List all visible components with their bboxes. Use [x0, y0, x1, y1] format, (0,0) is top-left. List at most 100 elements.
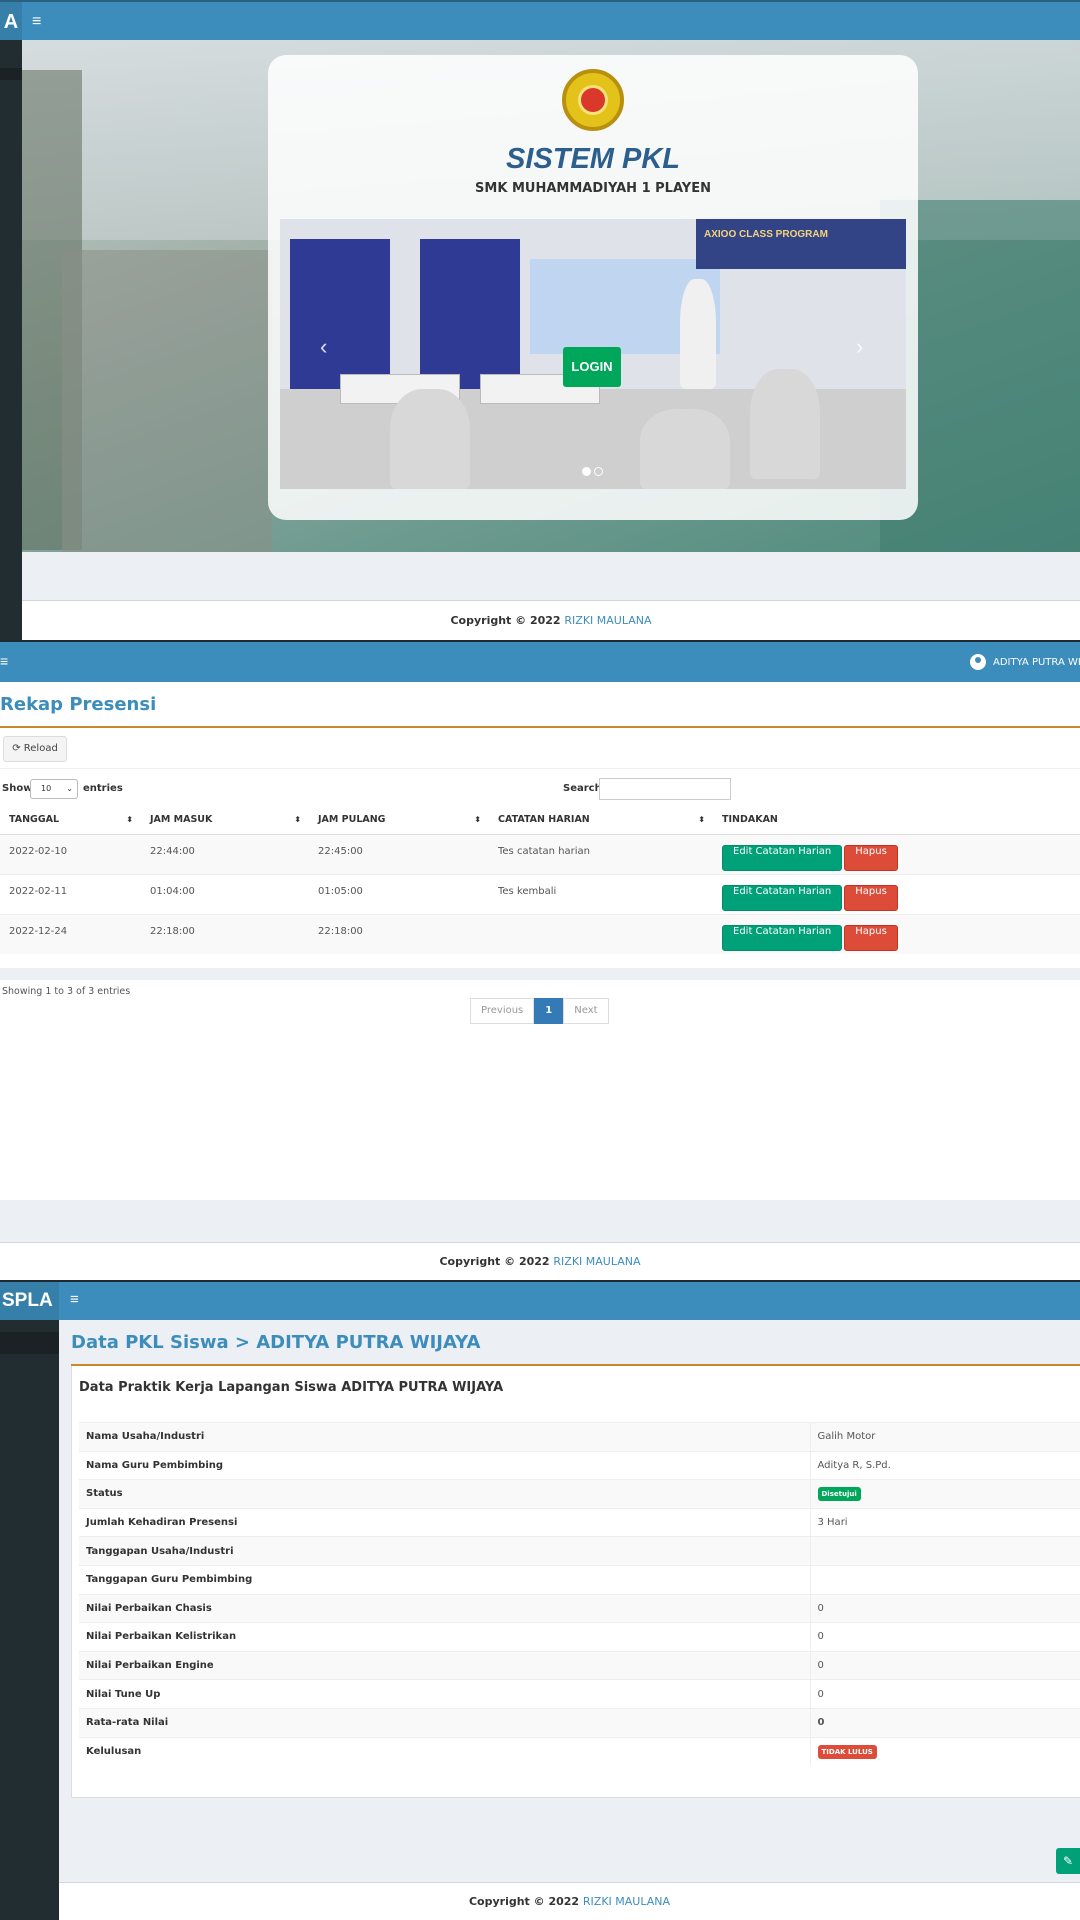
detail-row: Jumlah Kehadiran Presensi 3 Hari	[79, 1507, 1080, 1537]
sort-icon: ⬍	[474, 815, 481, 824]
footer: Copyright © 2022 RIZKI MAULANA	[0, 1242, 1080, 1280]
detail-key: Nilai Perbaikan Chasis	[79, 1593, 811, 1623]
page-length-value: 10	[41, 784, 52, 793]
cell-tanggal: 2022-12-24	[0, 913, 141, 954]
detail-row: Status Disetujui	[79, 1479, 1080, 1509]
cell-jam-pulang: 22:45:00	[309, 833, 489, 874]
top-navbar: A ≡	[0, 0, 1080, 42]
detail-value	[810, 1564, 1080, 1595]
delete-button[interactable]: Hapus	[844, 924, 898, 951]
footer-author-link[interactable]: RIZKI MAULANA	[564, 614, 651, 627]
reload-button[interactable]: ⟳ Reload	[3, 736, 67, 762]
detail-row: Nama Usaha/Industri Galih Motor	[79, 1422, 1080, 1452]
carousel-indicators[interactable]	[582, 467, 604, 477]
attendance-screen: ≡ ADITYA PUTRA WIJ Rekap Presensi ⟳ Relo…	[0, 640, 1080, 1280]
user-menu[interactable]: ADITYA PUTRA WIJ	[970, 654, 1080, 670]
login-screen: A ≡ SISTEM PKL SMK MUHAMMADIYAH 1 PLAYEN…	[0, 0, 1080, 640]
cell-jam-pulang: 01:05:00	[309, 873, 489, 914]
classroom-banner	[696, 219, 906, 269]
top-navbar: ≡ ADITYA PUTRA WIJ	[0, 642, 1080, 682]
detail-row: Nilai Perbaikan Chasis 0	[79, 1593, 1080, 1623]
column-header-jam-masuk[interactable]: JAM MASUK ⬍	[141, 806, 309, 835]
table-header-row: TANGGAL ⬍ JAM MASUK ⬍ JAM PULANG ⬍ CATATAN …	[0, 806, 1080, 835]
box-title: Data Praktik Kerja Lapangan Siswa ADITYA…	[79, 1380, 504, 1395]
footer-author-link[interactable]: RIZKI MAULANA	[583, 1895, 670, 1908]
teacher-figure	[680, 279, 716, 389]
detail-value: Aditya R, S.Pd.	[810, 1450, 1080, 1480]
carousel-dot[interactable]	[594, 467, 603, 476]
detail-row: Tanggapan Usaha/Industri	[79, 1536, 1080, 1566]
footer-author-link[interactable]: RIZKI MAULANA	[553, 1255, 640, 1268]
login-card: SISTEM PKL SMK MUHAMMADIYAH 1 PLAYEN AXI…	[268, 55, 918, 520]
logo-emblem	[578, 85, 608, 115]
school-logo	[562, 69, 624, 131]
cell-tindakan: Edit Catatan Harian Hapus	[713, 873, 1080, 914]
sort-icon: ⬍	[294, 815, 301, 824]
edit-note-button[interactable]: Edit Catatan Harian	[722, 884, 843, 911]
cell-tindakan: Edit Catatan Harian Hapus	[713, 913, 1080, 954]
student-pkl-detail-screen: SPLA ≡ Data PKL Siswa > ADITYA PUTRA WIJ…	[0, 1280, 1080, 1920]
cell-tanggal: 2022-02-10	[0, 833, 141, 874]
edit-icon[interactable]: ✎	[1056, 1848, 1080, 1874]
detail-key: Tanggapan Usaha/Industri	[79, 1536, 811, 1566]
table-footer-strip	[0, 968, 1080, 980]
brand-logo[interactable]: SPLA	[0, 1282, 59, 1320]
hamburger-icon[interactable]: ≡	[70, 1282, 79, 1318]
chevron-down-icon: ⌄	[66, 784, 73, 793]
user-name: ADITYA PUTRA WIJ	[993, 657, 1080, 668]
user-avatar-icon	[970, 654, 986, 670]
background-gate	[62, 250, 272, 552]
sort-icon: ⬍	[126, 815, 133, 824]
detail-row: Tanggapan Guru Pembimbing	[79, 1564, 1080, 1595]
detail-row: Nilai Perbaikan Kelistrikan 0	[79, 1622, 1080, 1652]
login-button[interactable]: LOGIN	[563, 347, 621, 387]
detail-row: Nama Guru Pembimbing Aditya R, S.Pd.	[79, 1450, 1080, 1480]
cell-jam-masuk: 22:44:00	[141, 833, 309, 874]
column-label: TINDAKAN	[722, 814, 778, 826]
show-label: Show	[2, 783, 33, 794]
pagination-page[interactable]: 1	[534, 998, 564, 1024]
edit-note-button[interactable]: Edit Catatan Harian	[722, 924, 843, 951]
sidebar-user-panel	[0, 1332, 59, 1354]
detail-row: Nilai Tune Up 0	[79, 1679, 1080, 1709]
detail-box: Data Praktik Kerja Lapangan Siswa ADITYA…	[71, 1366, 1080, 1874]
column-header-tanggal[interactable]: TANGGAL ⬍	[0, 806, 141, 835]
cell-catatan: Tes kembali	[489, 873, 713, 914]
reload-label: Reload	[23, 743, 58, 754]
delete-button[interactable]: Hapus	[844, 844, 898, 871]
brand-logo[interactable]: A	[0, 2, 22, 42]
title-divider	[0, 726, 1080, 728]
detail-row: Rata-rata Nilai 0	[79, 1707, 1080, 1738]
page-title: Data PKL Siswa > ADITYA PUTRA WIJAYA	[71, 1332, 481, 1353]
table-row: 2022-02-11 01:04:00 01:05:00 Tes kembali…	[0, 873, 1080, 914]
footer: Copyright © 2022 RIZKI MAULANA	[59, 1882, 1080, 1920]
detail-value: Disetujui	[810, 1479, 1080, 1509]
top-navbar: SPLA ≡	[0, 1282, 1080, 1320]
search-input[interactable]	[599, 778, 731, 800]
carousel-dot-active[interactable]	[582, 467, 591, 476]
detail-value: 0	[810, 1593, 1080, 1623]
detail-value: TIDAK LULUS	[810, 1736, 1080, 1766]
page-length-select[interactable]: 10 ⌄	[30, 779, 78, 799]
column-header-jam-pulang[interactable]: JAM PULANG ⬍	[309, 806, 489, 835]
detail-key: Jumlah Kehadiran Presensi	[79, 1507, 811, 1537]
student-figure	[750, 369, 820, 479]
detail-key: Status	[79, 1479, 811, 1509]
entries-label: entries	[83, 783, 123, 794]
hamburger-icon[interactable]: ≡	[32, 2, 41, 42]
pagination-next[interactable]: Next	[563, 998, 609, 1024]
column-header-catatan[interactable]: CATATAN HARIAN ⬍	[489, 806, 713, 835]
detail-value	[810, 1536, 1080, 1566]
footer-copyright: Copyright © 2022	[439, 1255, 554, 1268]
pagination-previous[interactable]: Previous	[470, 998, 535, 1024]
sort-icon: ⬍	[698, 815, 705, 824]
carousel-next-icon[interactable]: ›	[856, 334, 863, 360]
attendance-table: TANGGAL ⬍ JAM MASUK ⬍ JAM PULANG ⬍ CATATAN …	[0, 806, 1080, 954]
cell-tindakan: Edit Catatan Harian Hapus	[713, 833, 1080, 874]
delete-button[interactable]: Hapus	[844, 884, 898, 911]
detail-key: Nilai Perbaikan Engine	[79, 1650, 811, 1680]
sidebar-user-panel	[0, 68, 22, 80]
carousel-prev-icon[interactable]: ‹	[320, 334, 327, 360]
edit-note-button[interactable]: Edit Catatan Harian	[722, 844, 843, 871]
hamburger-icon[interactable]: ≡	[0, 642, 8, 680]
